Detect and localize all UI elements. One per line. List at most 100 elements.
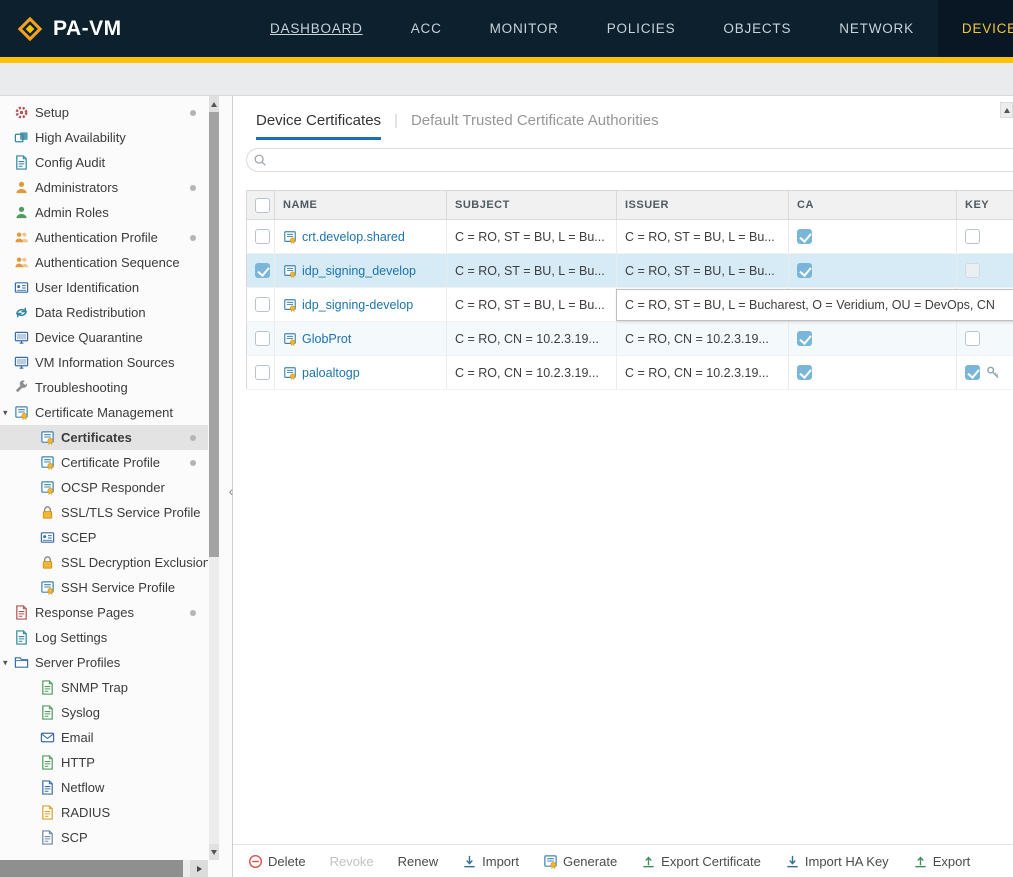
sidebar-item-netflow[interactable]: Netflow (0, 775, 208, 800)
table-row[interactable]: idp_signing-develop C = RO, ST = BU, L =… (247, 288, 1013, 322)
key-checkbox[interactable] (965, 229, 980, 244)
tab-device-certificates[interactable]: Device Certificates (256, 112, 381, 140)
certificate-name-link[interactable]: idp_signing-develop (302, 298, 413, 312)
main-scroll-up-arrow[interactable] (1000, 102, 1013, 118)
sidebar-item-snmp-trap[interactable]: SNMP Trap (0, 675, 208, 700)
sidebar-item-ssl-decryption-exclusion[interactable]: SSL Decryption Exclusion (0, 550, 208, 575)
sidebar-item-server-profiles[interactable]: ▾Server Profiles (0, 650, 208, 675)
row-checkbox[interactable] (255, 263, 270, 278)
certificate-name-link[interactable]: crt.develop.shared (302, 230, 405, 244)
renew-button[interactable]: Renew (398, 854, 438, 869)
sidebar-item-scep[interactable]: SCEP (0, 525, 208, 550)
certificate-icon (40, 430, 55, 445)
col-header-key[interactable]: KEY (957, 191, 1013, 220)
scroll-right-arrow[interactable] (190, 860, 208, 877)
certificate-name-link[interactable]: GlobProt (302, 332, 351, 346)
nav-device[interactable]: DEVICE (938, 0, 1013, 57)
sidebar-item-http[interactable]: HTTP (0, 750, 208, 775)
table-row[interactable]: idp_signing_develop C = RO, ST = BU, L =… (247, 254, 1013, 288)
tab-default-trusted-cas[interactable]: Default Trusted Certificate Authorities (411, 112, 659, 129)
col-header-name[interactable]: NAME (275, 191, 447, 220)
row-checkbox[interactable] (255, 229, 270, 244)
select-all-checkbox[interactable] (255, 198, 270, 213)
sidebar-item-device-quarantine[interactable]: Device Quarantine (0, 325, 208, 350)
key-checkbox[interactable] (965, 365, 980, 380)
nav-dashboard[interactable]: DASHBOARD (246, 0, 387, 57)
ca-checkbox[interactable] (797, 365, 812, 380)
sidebar-item-certificate-profile[interactable]: Certificate Profile (0, 450, 208, 475)
import-button[interactable]: Import (462, 854, 519, 869)
sidebar-item-config-audit[interactable]: Config Audit (0, 150, 208, 175)
ca-checkbox[interactable] (797, 263, 812, 278)
scroll-up-arrow[interactable] (209, 96, 219, 112)
sidebar-item-high-availability[interactable]: High Availability (0, 125, 208, 150)
sidebar-item-label: Admin Roles (35, 205, 109, 220)
sidebar-item-authentication-sequence[interactable]: Authentication Sequence (0, 250, 208, 275)
sidebar-item-certificate-management[interactable]: ▾Certificate Management (0, 400, 208, 425)
sidebar-item-ocsp-responder[interactable]: OCSP Responder (0, 475, 208, 500)
col-header-subject[interactable]: SUBJECT (447, 191, 617, 220)
pending-change-dot (190, 460, 196, 466)
table-row[interactable]: crt.develop.shared C = RO, ST = BU, L = … (247, 220, 1013, 254)
chevron-down-icon[interactable]: ▾ (3, 657, 8, 668)
delete-button[interactable]: Delete (248, 854, 306, 869)
sidebar-item-response-pages[interactable]: Response Pages (0, 600, 208, 625)
search-bar[interactable] (246, 148, 1013, 172)
row-checkbox[interactable] (255, 365, 270, 380)
sidebar-item-log-settings[interactable]: Log Settings (0, 625, 208, 650)
generate-button[interactable]: Generate (543, 854, 617, 869)
nav-monitor[interactable]: MONITOR (466, 0, 583, 57)
certificate-name-link[interactable]: idp_signing_develop (302, 264, 416, 278)
sidebar-item-email[interactable]: Email (0, 725, 208, 750)
row-checkbox[interactable] (255, 297, 270, 312)
nav-network[interactable]: NETWORK (815, 0, 938, 57)
sidebar-item-label: Log Settings (35, 630, 107, 645)
sidebar-item-setup[interactable]: Setup (0, 100, 208, 125)
sidebar-item-ssh-service-profile[interactable]: SSH Service Profile (0, 575, 208, 600)
sidebar-item-administrators[interactable]: Administrators (0, 175, 208, 200)
sidebar-horizontal-scrollbar[interactable] (0, 860, 208, 877)
nav-acc[interactable]: ACC (387, 0, 466, 57)
ca-checkbox[interactable] (797, 331, 812, 346)
table-row[interactable]: GlobProt C = RO, CN = 10.2.3.19... C = R… (247, 322, 1013, 356)
nav-objects[interactable]: OBJECTS (699, 0, 815, 57)
sidebar-item-ssl-tls-service-profile[interactable]: SSL/TLS Service Profile (0, 500, 208, 525)
context-band (0, 63, 1013, 96)
nav-policies[interactable]: POLICIES (583, 0, 700, 57)
scroll-down-arrow[interactable] (209, 844, 219, 860)
sidebar-item-scp[interactable]: SCP (0, 825, 208, 850)
brand-name: PA-VM (53, 17, 122, 41)
import-ha-key-button[interactable]: Import HA Key (785, 854, 889, 869)
scrollbar-thumb[interactable] (209, 112, 219, 557)
export-ha-key-button[interactable]: Export (913, 854, 971, 869)
scrollbar-thumb[interactable] (0, 860, 183, 877)
sidebar-collapse-handle[interactable]: ‹ (225, 481, 237, 503)
row-checkbox[interactable] (255, 331, 270, 346)
certificate-name-link[interactable]: paloaltogp (302, 366, 360, 380)
sidebar-vertical-scrollbar[interactable] (209, 96, 219, 860)
sidebar-item-radius[interactable]: RADIUS (0, 800, 208, 825)
key-checkbox[interactable] (965, 263, 980, 278)
sidebar-item-certificates[interactable]: Certificates (0, 425, 208, 450)
sidebar-item-admin-roles[interactable]: Admin Roles (0, 200, 208, 225)
ca-checkbox[interactable] (797, 229, 812, 244)
col-header-ca[interactable]: CA (789, 191, 957, 220)
card-icon (40, 530, 55, 545)
sidebar-item-label: SSL Decryption Exclusion (61, 555, 208, 570)
sidebar-item-authentication-profile[interactable]: Authentication Profile (0, 225, 208, 250)
table-row[interactable]: paloaltogp C = RO, CN = 10.2.3.19... C =… (247, 356, 1013, 390)
sidebar-item-vm-information-sources[interactable]: VM Information Sources (0, 350, 208, 375)
revoke-button[interactable]: Revoke (330, 854, 374, 869)
certificate-icon (14, 405, 29, 420)
sidebar-item-troubleshooting[interactable]: Troubleshooting (0, 375, 208, 400)
sidebar-item-label: Administrators (35, 180, 118, 195)
key-checkbox[interactable] (965, 331, 980, 346)
export-certificate-button[interactable]: Export Certificate (641, 854, 761, 869)
vm-info-icon (14, 355, 29, 370)
sidebar-item-data-redistribution[interactable]: Data Redistribution (0, 300, 208, 325)
chevron-down-icon[interactable]: ▾ (3, 407, 8, 418)
search-input[interactable] (267, 150, 1013, 170)
sidebar-item-syslog[interactable]: Syslog (0, 700, 208, 725)
sidebar-item-user-identification[interactable]: User Identification (0, 275, 208, 300)
col-header-issuer[interactable]: ISSUER (617, 191, 789, 220)
